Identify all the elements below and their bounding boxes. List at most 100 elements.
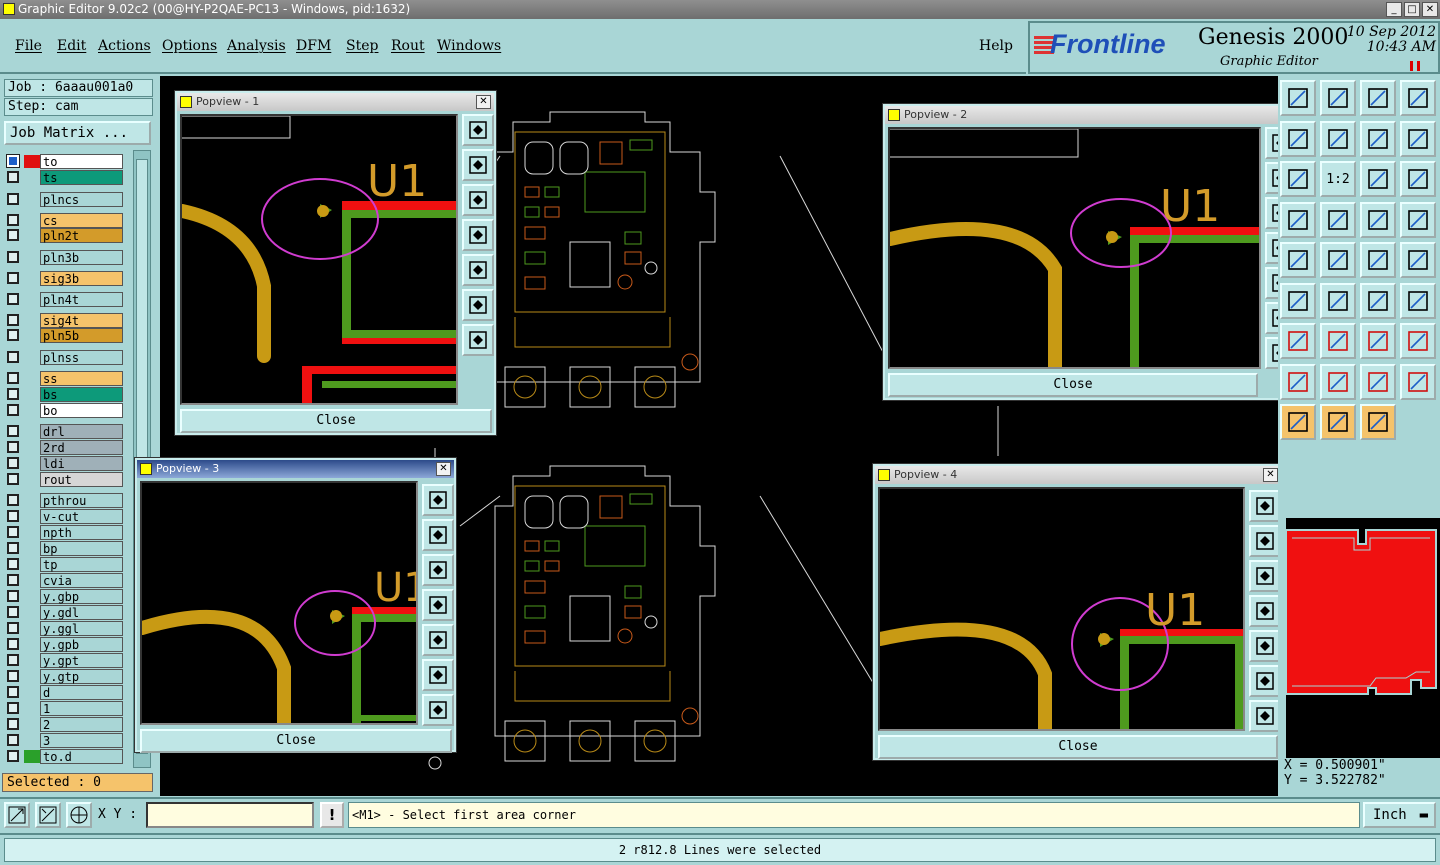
layer-color-swatch[interactable] <box>24 425 40 438</box>
layer-checkbox[interactable] <box>7 293 19 305</box>
layer-color-swatch[interactable] <box>24 314 40 327</box>
layer-color-swatch[interactable] <box>24 155 40 168</box>
pan-left-icon[interactable] <box>422 589 454 621</box>
layer-color-swatch[interactable] <box>24 214 40 227</box>
layer-name[interactable]: y.ggl <box>40 621 123 636</box>
popview-4-titlebar[interactable]: Popview - 4 ✕ <box>875 466 1281 484</box>
layer-row[interactable]: 2rd <box>4 440 125 455</box>
layer-row[interactable]: npth <box>4 525 125 540</box>
popview-1[interactable]: Popview - 1 ✕ U1 Close <box>174 90 497 436</box>
zoom-in-icon[interactable] <box>422 659 454 691</box>
layer-name[interactable]: y.gbp <box>40 589 123 604</box>
menu-file[interactable]: File <box>15 38 42 54</box>
maximize-icon[interactable]: □ <box>1404 2 1420 17</box>
minimize-icon[interactable]: _ <box>1386 2 1402 17</box>
zoom-in-icon[interactable] <box>462 289 494 321</box>
undo-icon[interactable] <box>1320 282 1356 319</box>
spectrum-icon[interactable] <box>1400 282 1436 319</box>
pan-right-icon[interactable] <box>422 624 454 656</box>
layer-color-swatch[interactable] <box>24 750 40 763</box>
popview-3[interactable]: Popview - 3 ✕ U1 Close <box>134 457 457 753</box>
layer-color-swatch[interactable] <box>24 388 40 401</box>
measure-icon[interactable] <box>35 802 61 828</box>
layer-color-swatch[interactable] <box>24 441 40 454</box>
select-icon[interactable] <box>1280 201 1316 238</box>
layer-row[interactable]: pthrou <box>4 493 125 508</box>
feature-icon[interactable] <box>1360 282 1396 319</box>
path-icon[interactable] <box>1360 404 1396 440</box>
layer-name[interactable]: 1 <box>40 701 123 716</box>
menu-options[interactable]: Options <box>162 38 217 54</box>
pause-icon[interactable] <box>1410 61 1420 71</box>
layer-color-swatch[interactable] <box>24 702 40 715</box>
save-view-icon[interactable] <box>1320 80 1356 116</box>
layer-name[interactable]: ss <box>40 371 123 386</box>
layer-color-swatch[interactable] <box>24 351 40 364</box>
layer-row[interactable]: y.gdl <box>4 605 125 620</box>
layer-name[interactable]: bs <box>40 387 123 402</box>
layer-color-swatch[interactable] <box>24 251 40 264</box>
pan-right-icon[interactable] <box>462 254 494 286</box>
triangle-outline-icon[interactable] <box>1320 363 1356 400</box>
arrow-box-icon[interactable] <box>1280 404 1316 440</box>
zoom-home-icon[interactable] <box>1249 490 1281 522</box>
layer-row[interactable]: to <box>4 154 125 169</box>
layer-checkbox[interactable] <box>7 457 19 469</box>
xy-input[interactable] <box>146 802 314 828</box>
layer-row[interactable]: 3 <box>4 733 125 748</box>
layer-name[interactable]: 2rd <box>40 440 123 455</box>
pan-up-icon[interactable] <box>422 519 454 551</box>
popview-3-close-icon[interactable]: ✕ <box>436 462 451 476</box>
popview-2-titlebar[interactable]: Popview - 2 ✕ <box>885 106 1297 124</box>
layer-checkbox[interactable] <box>6 154 20 168</box>
layer-name[interactable]: d <box>40 685 123 700</box>
layer-row[interactable]: tp <box>4 557 125 572</box>
layer-name[interactable]: cvia <box>40 573 123 588</box>
triangle-icon[interactable] <box>1400 323 1436 359</box>
layer-checkbox[interactable] <box>7 590 19 602</box>
layer-name[interactable]: pln2t <box>40 228 123 243</box>
layer-checkbox[interactable] <box>7 473 19 485</box>
layer-name[interactable]: rout <box>40 472 123 487</box>
layer-row[interactable]: y.gtp <box>4 669 125 684</box>
zoom-area-icon[interactable] <box>4 802 30 828</box>
layer-name[interactable]: plncs <box>40 192 123 207</box>
layer-row[interactable]: pln4t <box>4 292 125 307</box>
resize-icon[interactable] <box>1400 120 1436 157</box>
layer-checkbox[interactable] <box>7 638 19 650</box>
layer-checkbox[interactable] <box>7 558 19 570</box>
pan-left-icon[interactable] <box>1249 595 1281 627</box>
layer-name[interactable]: tp <box>40 557 123 572</box>
layer-checkbox[interactable] <box>7 606 19 618</box>
popview-4[interactable]: Popview - 4 ✕ U1 Close <box>872 463 1284 761</box>
layer-row[interactable]: pln5b <box>4 328 125 343</box>
pan-up-icon[interactable] <box>1249 525 1281 557</box>
layer-row[interactable]: y.ggl <box>4 621 125 636</box>
arrow-select-icon[interactable] <box>1320 404 1356 440</box>
zoom-home-icon[interactable] <box>422 484 454 516</box>
layer-name[interactable]: bo <box>40 403 123 418</box>
layer-color-swatch[interactable] <box>24 171 40 184</box>
layer-checkbox[interactable] <box>7 351 19 363</box>
layer-row[interactable]: 1 <box>4 701 125 716</box>
zoom-fit-icon[interactable] <box>1360 120 1396 157</box>
close-icon[interactable]: ✕ <box>1422 2 1438 17</box>
popview-2-view[interactable]: U1 <box>888 127 1261 369</box>
layer-row[interactable]: ldi <box>4 456 125 471</box>
pan-down-icon[interactable] <box>422 554 454 586</box>
layer-checkbox[interactable] <box>7 750 19 762</box>
ruler-icon[interactable] <box>1280 242 1316 278</box>
popview-3-view[interactable]: U1 <box>140 481 418 725</box>
layer-color-swatch[interactable] <box>24 193 40 206</box>
layer-color-swatch[interactable] <box>24 404 40 417</box>
layer-color-swatch[interactable] <box>24 494 40 507</box>
pan-left-icon[interactable] <box>462 219 494 251</box>
layer-checkbox[interactable] <box>7 702 19 714</box>
layer-name[interactable]: bp <box>40 541 123 556</box>
layer-color-swatch[interactable] <box>24 590 40 603</box>
layer-row[interactable]: y.gpt <box>4 653 125 668</box>
layer-checkbox[interactable] <box>7 229 19 241</box>
layer-color-swatch[interactable] <box>24 574 40 587</box>
menu-rout[interactable]: Rout <box>391 38 425 54</box>
popview-1-titlebar[interactable]: Popview - 1 ✕ <box>177 93 494 111</box>
